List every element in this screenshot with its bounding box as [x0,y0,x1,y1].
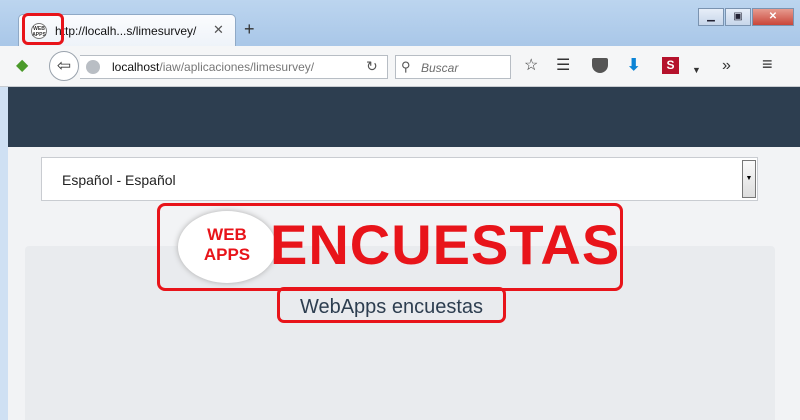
back-button[interactable]: ⇦ [49,51,79,81]
back-arrow-icon: ⇦ [56,56,72,75]
url-text: localhost/iaw/aplicaciones/limesurvey/ [112,60,314,74]
search-icon: ⚲ [401,59,411,74]
minimize-icon[interactable]: ▁ [698,8,724,26]
url-path: /iaw/aplicaciones/limesurvey/ [159,60,315,74]
site-header [8,87,800,147]
search-placeholder: Buscar [421,61,459,75]
address-bar[interactable]: localhost/iaw/aplicaciones/limesurvey/ ↻ [80,55,388,79]
s-extension-icon[interactable]: S [662,57,679,74]
tab-strip: WEB APPS http://localh...s/limesurvey/ ✕… [0,0,800,46]
cloud-logo-icon: WEB APPS [178,211,276,283]
maximize-icon[interactable]: ▣ [725,8,751,26]
cloud-line-2: APPS [203,245,251,264]
site-title: WebApps encuestas [299,296,484,318]
pocket-icon[interactable] [592,58,608,73]
window-controls: ▁ ▣ ✕ [697,8,794,26]
close-tab-icon[interactable]: ✕ [213,22,224,38]
window-close-icon[interactable]: ✕ [752,8,794,26]
download-icon[interactable]: ⬇ [627,58,640,74]
navigation-bar: ◆ ⇦ localhost/iaw/aplicaciones/limesurve… [0,46,800,87]
cloud-line-1: WEB [207,225,247,244]
new-tab-icon[interactable]: + [244,20,255,38]
bookmark-star-icon[interactable]: ☆ [524,58,538,74]
site-title-highlight: WebApps encuestas [277,287,506,323]
language-value: Español - Español [62,172,176,188]
language-select[interactable]: Español - Español ▼ [41,157,758,201]
logo-wordmark: ENCUESTAS [270,213,621,276]
hamburger-menu-icon[interactable]: ≡ [762,55,773,73]
search-input[interactable]: ⚲ Buscar [395,55,511,79]
overflow-chevron-icon[interactable]: » [722,58,731,74]
favicon-highlight-annotation [22,13,64,45]
extension-icon[interactable]: ◆ [16,58,32,74]
url-host: localhost [112,60,160,74]
reload-icon[interactable]: ↻ [366,58,378,75]
globe-icon [86,60,100,74]
extension-dropdown-icon[interactable]: ▼ [692,62,701,78]
reading-list-icon[interactable]: ☰ [556,58,570,74]
chevron-down-icon[interactable]: ▼ [742,160,756,198]
tab-title: http://localh...s/limesurvey/ [55,24,197,38]
